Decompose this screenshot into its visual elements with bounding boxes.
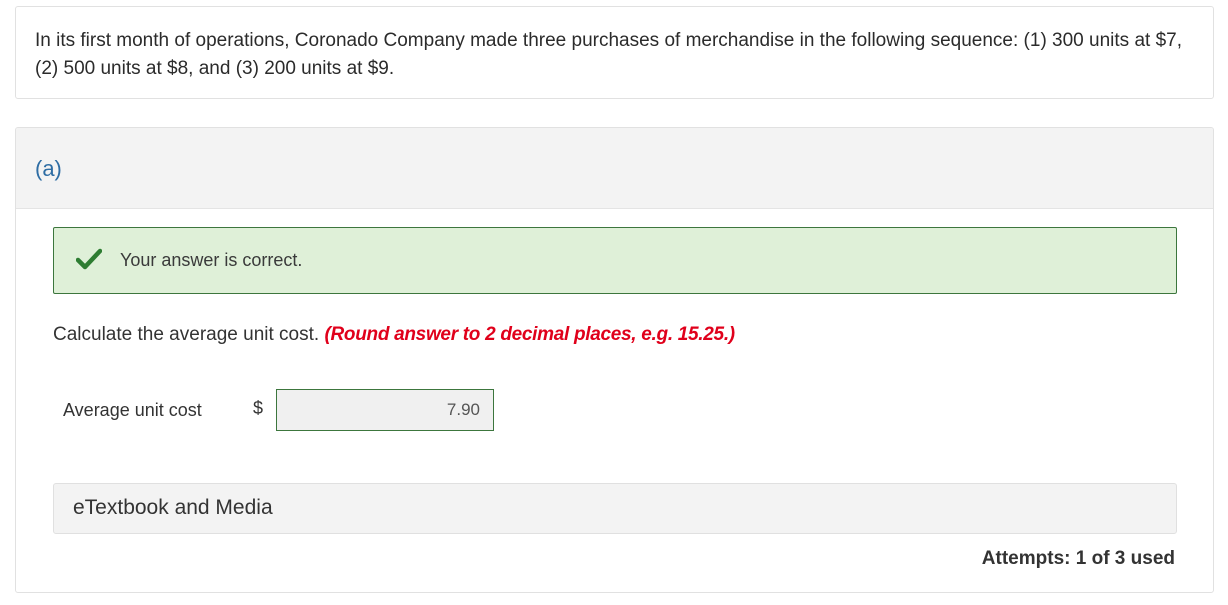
instruction-text: Calculate the average unit cost. (Round …	[53, 324, 735, 346]
currency-symbol: $	[253, 398, 264, 418]
attempts-counter: Attempts: 1 of 3 used	[981, 548, 1175, 569]
correct-feedback-banner: Your answer is correct.	[53, 227, 1177, 294]
part-header: (a)	[16, 128, 1213, 209]
part-label: (a)	[35, 156, 62, 181]
question-text: In its first month of operations, Corona…	[35, 30, 1182, 79]
rounding-hint: (Round answer to 2 decimal places, e.g. …	[324, 324, 735, 345]
etextbook-media-button[interactable]: eTextbook and Media	[53, 483, 1177, 534]
etextbook-label: eTextbook and Media	[73, 496, 273, 519]
instruction-main: Calculate the average unit cost.	[53, 324, 320, 345]
answer-label: Average unit cost	[63, 400, 202, 420]
checkmark-icon	[76, 248, 102, 270]
part-card: (a) Your answer is correct. Calculate th…	[15, 127, 1214, 593]
question-card: In its first month of operations, Corona…	[15, 6, 1214, 99]
average-unit-cost-input[interactable]	[276, 389, 494, 431]
feedback-text: Your answer is correct.	[120, 250, 303, 270]
